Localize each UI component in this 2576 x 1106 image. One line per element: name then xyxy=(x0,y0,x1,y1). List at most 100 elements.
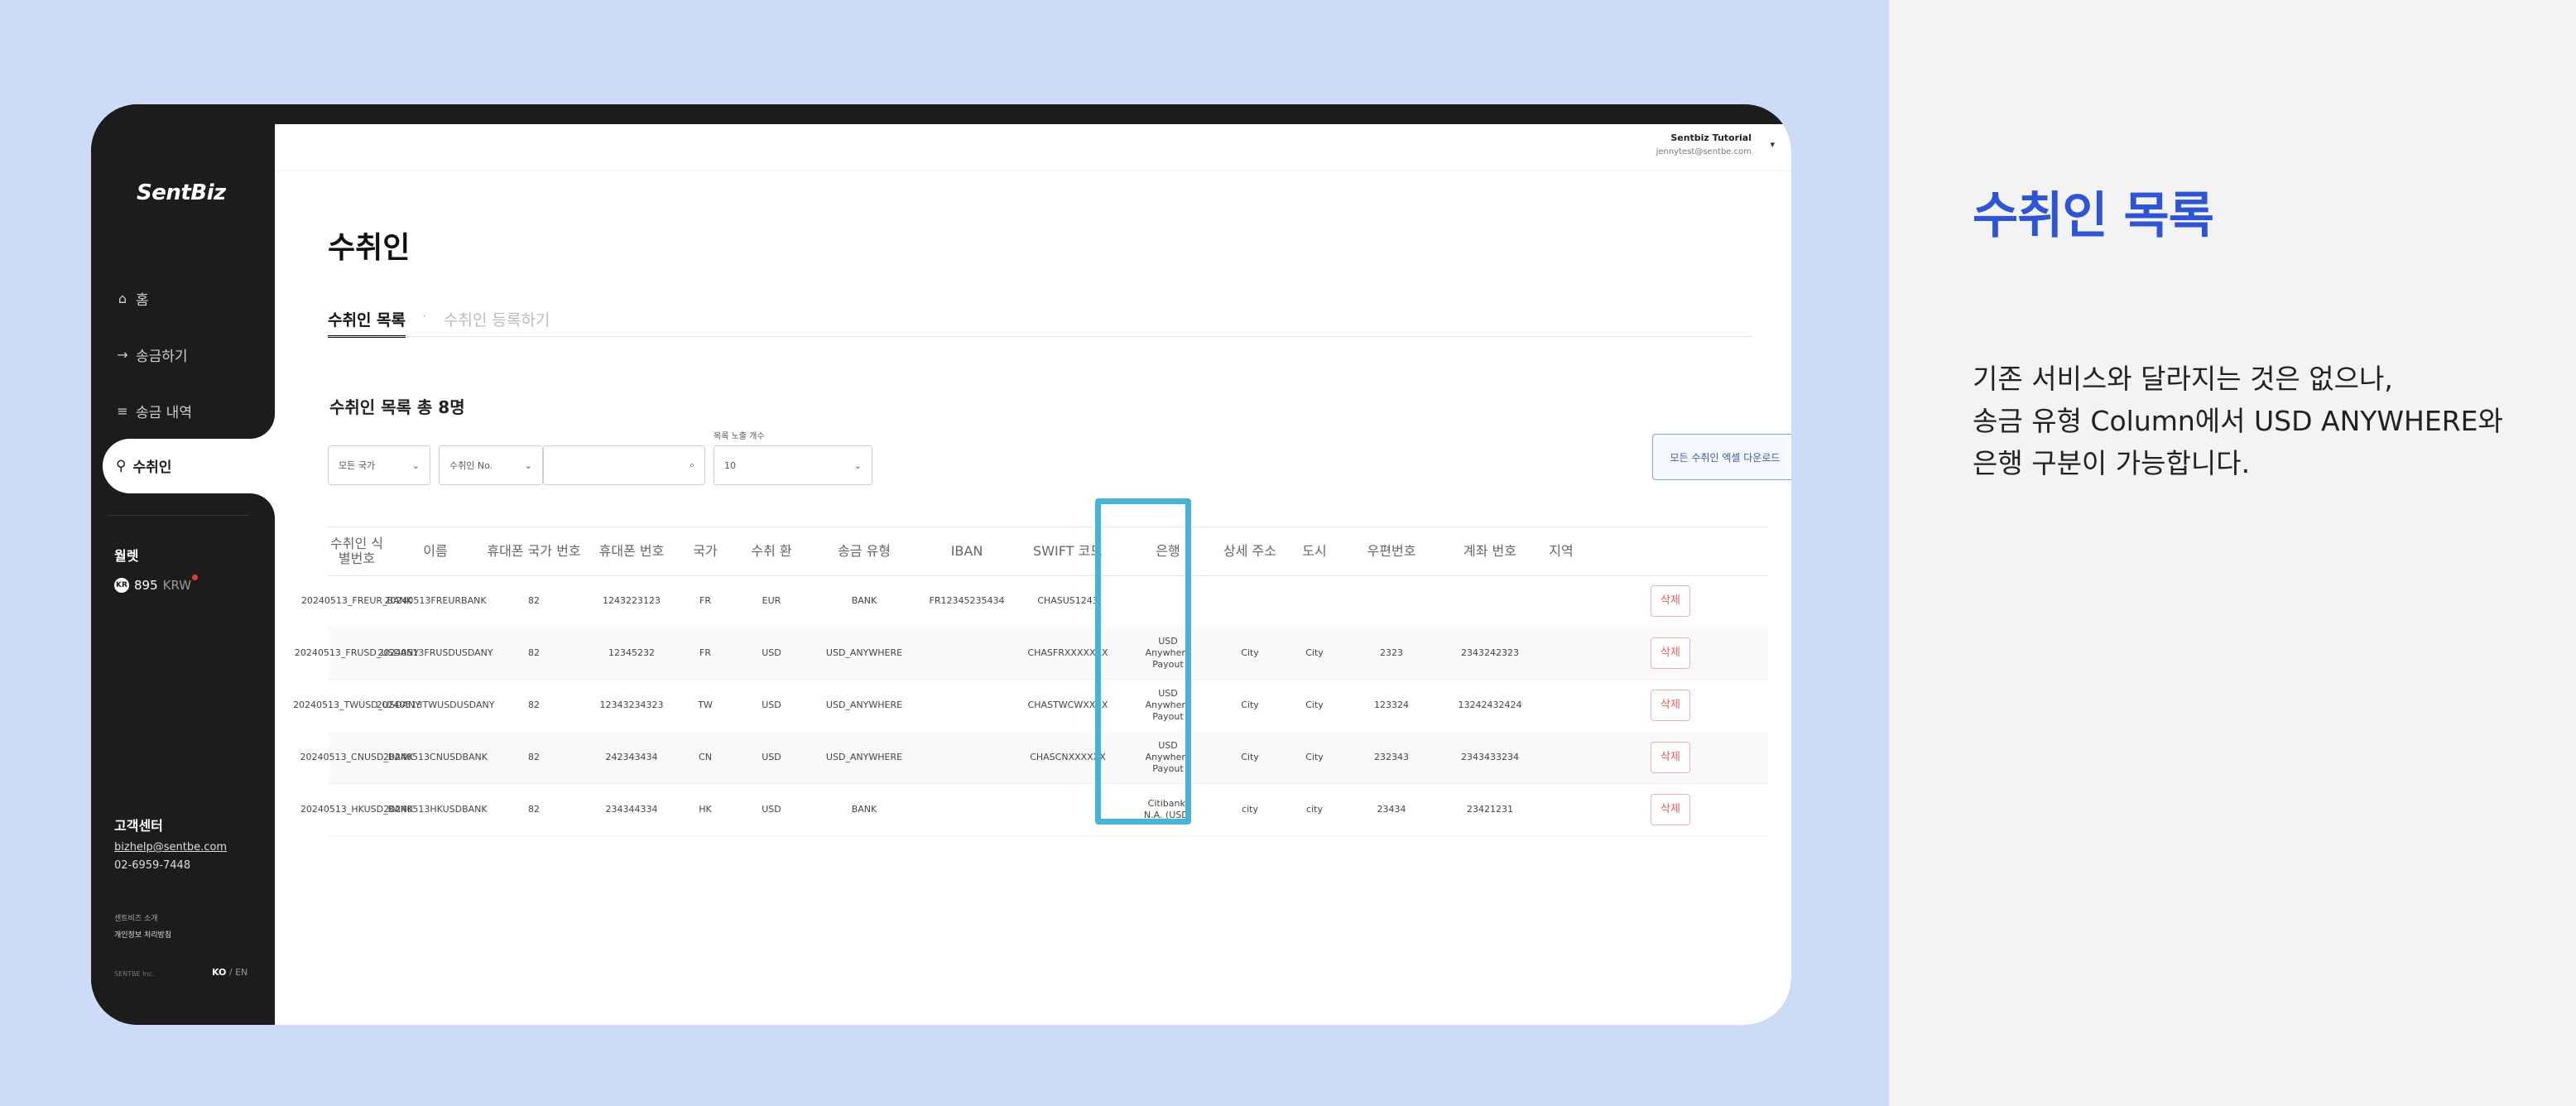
sidebar-item-home[interactable]: ⌂ 홈 xyxy=(116,288,149,309)
delete-cell: 삭제 xyxy=(1578,731,1763,783)
search-input[interactable]: ⌕ xyxy=(543,445,705,485)
search-icon[interactable]: ⌕ xyxy=(690,459,694,471)
delete-cell: 삭제 xyxy=(1578,783,1763,835)
cell-phone-country: 82 xyxy=(528,647,540,658)
cell-phone: 242343434 xyxy=(605,751,658,762)
cell-phone: 12343234323 xyxy=(599,699,664,710)
cell-currency: USD xyxy=(762,699,781,710)
wallet-balance[interactable]: KR 895 KRW xyxy=(114,578,191,593)
cell-country: TW xyxy=(698,699,713,710)
cell-transfer-type: USD_ANYWHERE xyxy=(825,751,903,762)
cell-transfer-type: USD_ANYWHERE xyxy=(825,699,903,710)
cell-name: 20240513FRUSDUSDANY xyxy=(377,647,493,658)
sidebar-item-label: 홈 xyxy=(136,292,149,309)
sidebar-item-recipients-label[interactable]: ⚲ 수취인 xyxy=(116,455,171,477)
table-row[interactable]: 20240513_FRUSD_USDANY 20240513FRUSDUSDAN… xyxy=(295,627,1768,680)
recipient-count: 수취인 목록 총 8명 xyxy=(329,397,465,417)
bank-column-highlight xyxy=(1095,498,1191,825)
tab-recipient-list[interactable]: 수취인 목록 xyxy=(328,308,406,338)
cell-transfer-type: BANK xyxy=(851,594,877,606)
col-iban[interactable]: IBAN xyxy=(916,527,1018,575)
col-city[interactable]: 도시 xyxy=(1281,527,1348,575)
cell-city xyxy=(1281,575,1348,627)
cell-city: City xyxy=(1305,699,1324,710)
cell-name: 20240513CNUSDBANK xyxy=(383,751,488,762)
table-row[interactable]: 20240513_FREUR_BANK 20240513FREURBANK 82… xyxy=(301,575,1768,628)
col-id[interactable]: 수취인 식별번호 xyxy=(328,527,386,575)
table-row[interactable]: 20240513_HKUSD_BANK 20240513HKUSDBANK 82… xyxy=(300,783,1768,836)
cell-phone: 1243223123 xyxy=(603,594,661,606)
cell-account: 2343433234 xyxy=(1461,751,1519,762)
col-address[interactable]: 상세 주소 xyxy=(1218,527,1281,575)
col-phone-country[interactable]: 휴대폰 국가 번호 xyxy=(485,527,583,575)
wallet-currency: KRW xyxy=(162,578,192,593)
col-country[interactable]: 국가 xyxy=(680,527,730,575)
search-type-value: 수취인 No. xyxy=(449,460,493,471)
col-phone[interactable]: 휴대폰 번호 xyxy=(583,527,680,575)
page-size-select[interactable]: 10 ⌄ xyxy=(714,445,872,485)
download-excel-button[interactable]: 모든 수취인 엑셀 다운로드 xyxy=(1652,434,1791,480)
col-transfer-type[interactable]: 송금 유형 xyxy=(813,527,916,575)
country-select-value: 모든 국가 xyxy=(339,460,375,471)
search-type-select[interactable]: 수취인 No. ⌄ xyxy=(439,445,543,485)
country-select[interactable]: 모든 국가 ⌄ xyxy=(328,445,430,485)
tab-register-recipient[interactable]: 수취인 등록하기 xyxy=(444,308,550,330)
cell-account: 13242432424 xyxy=(1458,699,1522,710)
delete-cell: 삭제 xyxy=(1578,575,1763,627)
privacy-link[interactable]: 개인정보 처리방침 xyxy=(114,929,171,940)
delete-button[interactable]: 삭제 xyxy=(1651,741,1690,773)
col-postal[interactable]: 우편번호 xyxy=(1348,527,1435,575)
language-switch: KO / EN xyxy=(212,967,248,978)
logo[interactable]: SentBiz xyxy=(137,180,226,205)
sidebar: SentBiz ⌂ 홈 → 송금하기 ≡ 송금 내역 ⚲ 수취인 월렛 KR 8… xyxy=(91,104,286,1025)
col-region[interactable]: 지역 xyxy=(1545,527,1578,575)
col-account[interactable]: 계좌 번호 xyxy=(1435,527,1545,575)
cell-phone: 234344334 xyxy=(605,803,658,815)
delete-button[interactable]: 삭제 xyxy=(1651,689,1690,721)
support-email-link[interactable]: bizhelp@sentbe.com xyxy=(114,841,227,854)
table-header: 수취인 식별번호 이름 휴대폰 국가 번호 휴대폰 번호 국가 수취 환 송금 … xyxy=(328,527,1768,576)
cell-iban xyxy=(916,731,1018,783)
table-row[interactable]: 20240513_TWUSD_USDANY 20240513TWUSDUSDAN… xyxy=(293,679,1768,732)
cell-phone-country: 82 xyxy=(528,594,540,606)
panel-description: 기존 서비스와 달라지는 것은 없으나, 송금 유형 Column에서 USD … xyxy=(1973,358,2552,484)
col-currency[interactable]: 수취 환 xyxy=(730,527,813,575)
cell-id: 20240513_HKUSD_BANK xyxy=(300,803,414,815)
page-size-label: 목록 노출 개수 xyxy=(714,432,765,441)
cell-address: City xyxy=(1241,647,1259,658)
page-size-value: 10 xyxy=(724,459,736,471)
cell-currency: USD xyxy=(762,803,781,815)
cell-region xyxy=(1545,679,1578,731)
cell-city: City xyxy=(1305,751,1324,762)
support-phone: 02-6959-7448 xyxy=(114,859,191,872)
tab-divider xyxy=(328,336,1753,337)
cell-transfer-type: BANK xyxy=(851,803,877,815)
lang-en[interactable]: EN xyxy=(235,967,248,978)
cell-region xyxy=(1545,783,1578,835)
cell-account: 2343242323 xyxy=(1461,647,1519,658)
cell-iban: FR12345235434 xyxy=(929,594,1005,606)
sidebar-item-send[interactable]: → 송금하기 xyxy=(116,344,187,365)
cell-name: 20240513TWUSDUSDANY xyxy=(376,699,495,710)
delete-button[interactable]: 삭제 xyxy=(1651,637,1690,669)
cell-name: 20240513HKUSDBANK xyxy=(383,803,488,815)
chevron-down-icon[interactable]: ▾ xyxy=(1770,139,1775,150)
panel-desc-line: 송금 유형 Column에서 USD ANYWHERE와 xyxy=(1973,405,2503,437)
col-name[interactable]: 이름 xyxy=(386,527,485,575)
lang-separator: / xyxy=(228,967,233,978)
about-link[interactable]: 센트비즈 소개 xyxy=(114,912,158,923)
cell-phone: 12345232 xyxy=(608,647,655,658)
cell-city: city xyxy=(1306,803,1323,815)
table-row[interactable]: 20240513_CNUSD_BANK 20240513CNUSDBANK 82… xyxy=(300,731,1768,784)
lang-ko[interactable]: KO xyxy=(212,967,226,978)
delete-button[interactable]: 삭제 xyxy=(1651,793,1690,825)
delete-button[interactable]: 삭제 xyxy=(1651,584,1690,617)
user-email: jennytest@sentbe.com xyxy=(1656,147,1752,156)
cell-currency: USD xyxy=(762,647,781,658)
korea-flag-icon: KR xyxy=(114,578,129,593)
cell-iban xyxy=(916,783,1018,835)
arrow-right-icon: → xyxy=(117,347,128,363)
user-name[interactable]: Sentbiz Tutorial xyxy=(1670,132,1752,143)
chevron-down-icon: ⌄ xyxy=(524,459,532,471)
sidebar-item-history[interactable]: ≡ 송금 내역 xyxy=(116,401,192,421)
